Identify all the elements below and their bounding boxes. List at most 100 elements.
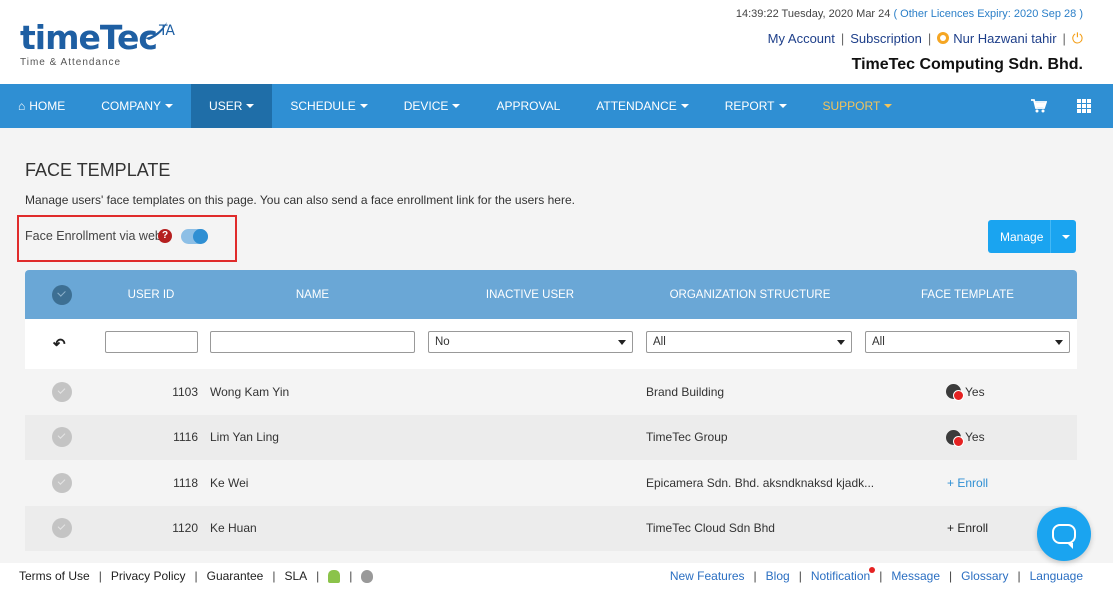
datetime-text: 14:39:22 Tuesday, 2020 Mar 24 bbox=[735, 8, 891, 20]
nav-user[interactable]: USER bbox=[191, 84, 273, 128]
manage-button[interactable]: Manage bbox=[988, 220, 1076, 253]
organization-cell: TimeTec Cloud Sdn Bhd bbox=[646, 521, 775, 536]
column-header-organization[interactable]: ORGANIZATION STRUCTURE bbox=[665, 289, 835, 301]
enroll-link[interactable]: + Enroll bbox=[947, 476, 988, 490]
separator: | bbox=[1017, 569, 1021, 583]
privacy-policy-link[interactable]: Privacy Policy bbox=[111, 569, 186, 583]
select-caret-icon bbox=[618, 339, 626, 345]
organization-cell: Brand Building bbox=[646, 384, 725, 399]
row-checkbox[interactable] bbox=[52, 506, 72, 552]
face-template-table: USER ID NAME INACTIVE USER ORGANIZATION … bbox=[25, 270, 1077, 551]
user-name: Nur Hazwani tahir bbox=[953, 31, 1057, 46]
caret-down-icon bbox=[452, 104, 461, 108]
android-icon[interactable] bbox=[328, 569, 341, 583]
separator: | bbox=[840, 31, 845, 46]
logo-swoosh-icon bbox=[145, 22, 167, 40]
nav-company[interactable]: COMPANY bbox=[83, 84, 191, 128]
separator: | bbox=[879, 569, 883, 583]
nav-attendance-label: ATTENDANCE bbox=[596, 99, 677, 113]
header-right: 14:39:22 Tuesday, 2020 Mar 24 ( Other Li… bbox=[736, 8, 1083, 74]
sla-link[interactable]: SLA bbox=[284, 569, 307, 583]
language-link[interactable]: Language bbox=[1030, 569, 1083, 583]
nav-attendance[interactable]: ATTENDANCE bbox=[578, 84, 706, 128]
nav-user-label: USER bbox=[209, 99, 243, 113]
nav-approval[interactable]: APPROVAL bbox=[478, 84, 578, 128]
nav-report[interactable]: REPORT bbox=[707, 84, 805, 128]
column-header-user-id[interactable]: USER ID bbox=[113, 289, 189, 301]
logo-text: timeTec bbox=[20, 18, 158, 57]
terms-of-use-link[interactable]: Terms of Use bbox=[19, 569, 90, 583]
name-filter[interactable] bbox=[210, 331, 415, 353]
subscription-link[interactable]: Subscription bbox=[850, 31, 922, 46]
apple-icon[interactable] bbox=[361, 569, 374, 583]
blog-link[interactable]: Blog bbox=[766, 569, 790, 583]
cart-icon[interactable] bbox=[1031, 99, 1047, 113]
glossary-link[interactable]: Glossary bbox=[961, 569, 1008, 583]
table-row[interactable]: 1103 Wong Kam Yin Brand Building Yes bbox=[25, 369, 1077, 415]
company-name: TimeTec Computing Sdn. Bhd. bbox=[851, 56, 1083, 73]
timetec-logo[interactable]: timeTec TA Time & Attendance bbox=[20, 14, 175, 69]
nav-approval-label: APPROVAL bbox=[496, 99, 561, 113]
my-account-link[interactable]: My Account bbox=[768, 31, 835, 46]
separator: | bbox=[1062, 31, 1066, 46]
user-profile-link[interactable]: Nur Hazwani tahir bbox=[937, 31, 1057, 46]
separator: | bbox=[753, 569, 757, 583]
home-icon: ⌂ bbox=[18, 99, 26, 113]
row-checkbox[interactable] bbox=[52, 369, 72, 415]
face-enrollment-toggle[interactable] bbox=[181, 229, 208, 244]
nav-home[interactable]: ⌂ HOME bbox=[0, 84, 83, 128]
face-template-text: Yes bbox=[965, 384, 985, 399]
guarantee-link[interactable]: Guarantee bbox=[207, 569, 264, 583]
notification-dot-icon bbox=[869, 567, 876, 573]
table-row[interactable]: 1118 Ke Wei Epicamera Sdn. Bhd. aksndkna… bbox=[25, 460, 1077, 506]
enroll-link[interactable]: + Enroll bbox=[947, 521, 988, 535]
notification-link[interactable]: Notification bbox=[810, 567, 876, 583]
table-row[interactable]: 1116 Lim Yan Ling TimeTec Group Yes bbox=[25, 414, 1077, 461]
licence-expiry-link[interactable]: ( Other Licences Expiry: 2020 Sep 28 ) bbox=[893, 8, 1083, 20]
inactive-user-select[interactable]: No bbox=[428, 331, 633, 353]
caret-down-icon bbox=[246, 104, 255, 108]
message-link[interactable]: Message bbox=[891, 569, 940, 583]
caret-down-icon bbox=[884, 104, 893, 108]
select-all-checkbox[interactable] bbox=[52, 284, 72, 305]
nav-schedule-label: SCHEDULE bbox=[290, 99, 356, 113]
column-header-name[interactable]: NAME bbox=[265, 289, 360, 301]
new-features-link[interactable]: New Features bbox=[670, 569, 745, 583]
logo-subtitle: Time & Attendance bbox=[20, 57, 122, 68]
face-registered-icon bbox=[946, 384, 964, 402]
organization-select[interactable]: All bbox=[646, 331, 852, 353]
page-footer: Terms of Use | Privacy Policy | Guarante… bbox=[0, 563, 1113, 600]
reset-undo-icon[interactable]: ↶ bbox=[53, 335, 66, 353]
chat-button[interactable] bbox=[1037, 507, 1091, 561]
row-checkbox[interactable] bbox=[52, 415, 72, 461]
face-template-status[interactable]: Yes bbox=[946, 384, 985, 402]
manage-dropdown-toggle[interactable] bbox=[1050, 220, 1076, 253]
apps-grid-icon[interactable] bbox=[1077, 99, 1091, 113]
column-header-inactive-user[interactable]: INACTIVE USER bbox=[465, 289, 595, 301]
nav-support-label: SUPPORT bbox=[822, 99, 881, 113]
chat-bubble-icon bbox=[1052, 524, 1076, 549]
logout-power-icon[interactable]: ⏻ bbox=[1072, 30, 1083, 47]
organization-cell: Epicamera Sdn. Bhd. aksndknaksd kjadk... bbox=[646, 475, 875, 490]
face-template-status[interactable]: Yes bbox=[946, 429, 985, 447]
column-header-face-template[interactable]: FACE TEMPLATE bbox=[905, 289, 1030, 301]
footer-right-links: New Features | Blog | Notification | Mes… bbox=[670, 567, 1083, 583]
organization-value: All bbox=[653, 336, 666, 348]
nav-device[interactable]: DEVICE bbox=[386, 84, 479, 128]
nav-support[interactable]: SUPPORT bbox=[805, 84, 911, 128]
notification-label: Notification bbox=[810, 569, 871, 583]
table-header: USER ID NAME INACTIVE USER ORGANIZATION … bbox=[25, 270, 1077, 319]
face-template-select[interactable]: All bbox=[865, 331, 1070, 353]
name-cell: Wong Kam Yin bbox=[210, 384, 290, 399]
row-checkbox[interactable] bbox=[52, 460, 72, 506]
page-title: FACE TEMPLATE bbox=[25, 160, 171, 180]
user-id-filter[interactable] bbox=[105, 331, 198, 353]
help-question-icon[interactable]: ? bbox=[158, 229, 172, 243]
table-row[interactable]: 1120 Ke Huan TimeTec Cloud Sdn Bhd + Enr… bbox=[25, 505, 1077, 552]
caret-down-icon bbox=[359, 104, 368, 108]
nav-device-label: DEVICE bbox=[403, 99, 449, 113]
page-description: Manage users' face templates on this pag… bbox=[25, 193, 575, 207]
face-registered-icon bbox=[946, 429, 964, 447]
nav-schedule[interactable]: SCHEDULE bbox=[272, 84, 385, 128]
name-cell: Ke Wei bbox=[210, 475, 249, 490]
